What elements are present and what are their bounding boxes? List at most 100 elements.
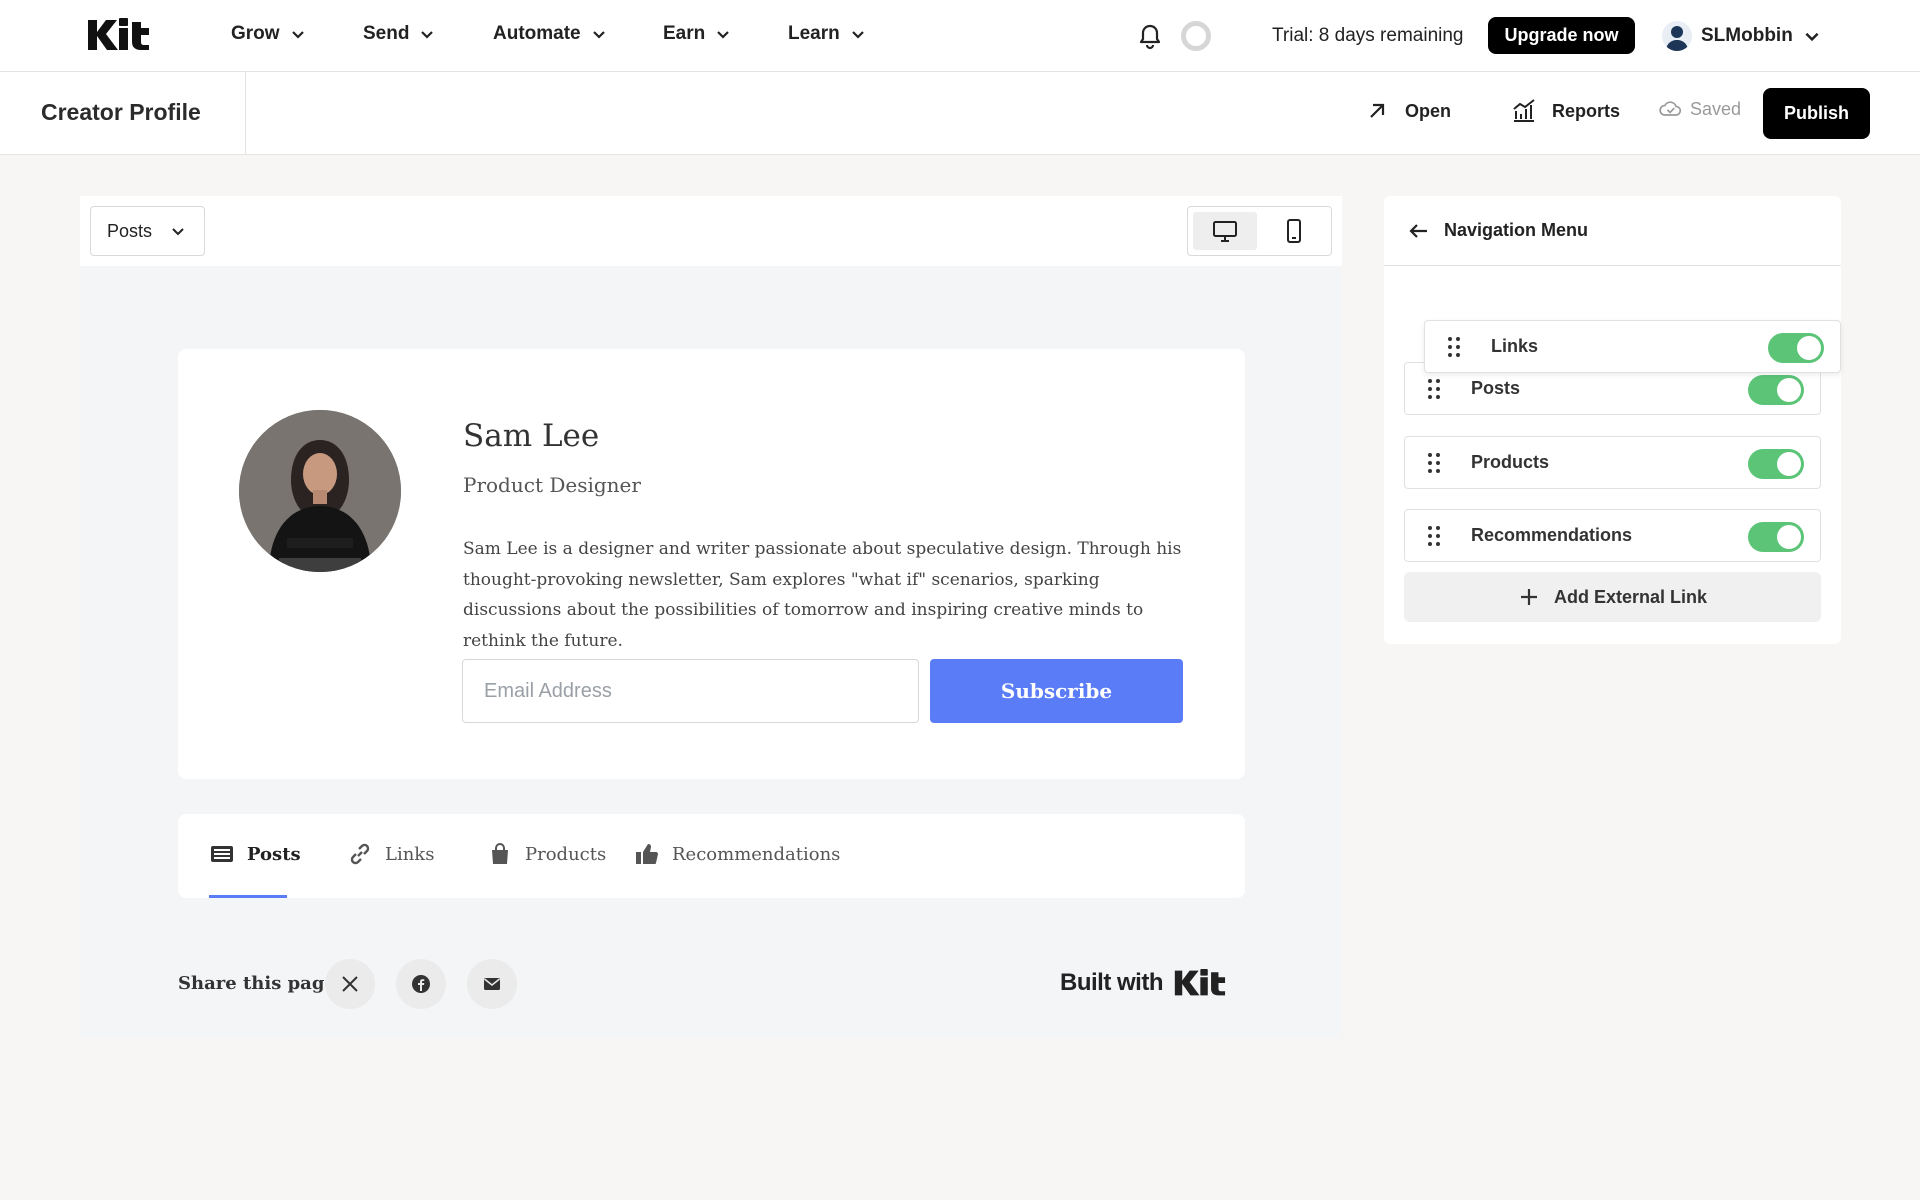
share-label: Share this page (178, 973, 336, 994)
page-select-dropdown[interactable]: Posts (90, 206, 205, 256)
nav-row-recommendations[interactable]: Recommendations (1404, 509, 1821, 562)
profile-name: Sam Lee (463, 418, 600, 454)
publish-button[interactable]: Publish (1763, 88, 1870, 139)
portrait-image (239, 410, 401, 572)
drag-handle-icon[interactable] (1427, 378, 1441, 400)
link-icon (350, 843, 370, 865)
tab-recommendations-label: Recommendations (672, 843, 841, 865)
cloud-check-icon (1659, 101, 1682, 116)
page-select-value: Posts (107, 220, 153, 241)
content-tabs: Posts Links Products Recommendations (178, 814, 1245, 898)
username[interactable]: SLMobbin (1701, 25, 1793, 47)
preview-toolbar: Posts (80, 196, 1342, 266)
mobile-icon (1287, 219, 1301, 243)
chevron-down-icon (592, 31, 605, 39)
mobile-view-button[interactable] (1262, 212, 1326, 250)
built-with-label: Built with (1060, 969, 1163, 996)
profile-card: Sam Lee Product Designer Sam Lee is a de… (178, 349, 1245, 779)
subscribe-button[interactable]: Subscribe (930, 659, 1183, 723)
share-email-button[interactable] (467, 959, 517, 1009)
upgrade-button[interactable]: Upgrade now (1488, 17, 1635, 54)
nav-send[interactable]: Send (363, 23, 435, 45)
nav-grow[interactable]: Grow (231, 23, 306, 45)
toggle-switch[interactable] (1748, 522, 1804, 552)
toggle-switch[interactable] (1768, 333, 1824, 363)
share-x-button[interactable] (325, 959, 375, 1009)
top-navigation-bar: Grow Send Automate Earn Learn Trial: 8 d… (0, 0, 1920, 72)
reports-button[interactable]: Reports (1510, 97, 1620, 125)
profile-role: Product Designer (463, 473, 641, 497)
nav-row-label: Recommendations (1471, 525, 1633, 545)
profile-preview: Sam Lee Product Designer Sam Lee is a de… (80, 266, 1342, 1038)
plus-icon (1520, 589, 1537, 605)
nav-send-label: Send (363, 23, 410, 44)
saved-status: Saved (1658, 97, 1741, 121)
nav-learn[interactable]: Learn (788, 23, 866, 45)
kit-logo (1174, 969, 1226, 996)
chevron-down-icon (291, 31, 304, 39)
bar-chart-icon (1513, 99, 1535, 122)
user-silhouette-icon (1666, 26, 1688, 51)
saved-label: Saved (1690, 98, 1742, 119)
tab-posts[interactable]: Posts (209, 841, 301, 867)
nav-row-label: Links (1491, 336, 1539, 356)
nav-row-label: Posts (1471, 378, 1521, 398)
nav-earn[interactable]: Earn (663, 23, 731, 45)
nav-earn-label: Earn (663, 23, 706, 44)
tab-posts-label: Posts (247, 843, 301, 865)
navigation-menu-panel: Navigation Menu Links Posts Products Rec… (1384, 196, 1841, 644)
chevron-down-icon[interactable] (1803, 27, 1821, 45)
share-facebook-button[interactable] (396, 959, 446, 1009)
nav-row-links[interactable]: Links (1424, 320, 1841, 373)
desktop-icon (1213, 221, 1237, 242)
arrow-left-icon[interactable] (1406, 218, 1432, 244)
bell-icon[interactable] (1136, 22, 1164, 50)
envelope-icon (484, 978, 500, 990)
tab-links[interactable]: Links (347, 841, 434, 867)
trial-status: Trial: 8 days remaining (1272, 25, 1464, 46)
divider (245, 72, 246, 155)
user-avatar[interactable] (1662, 21, 1692, 51)
panel-header: Navigation Menu (1384, 196, 1841, 266)
chevron-down-icon (421, 31, 434, 39)
desktop-view-button[interactable] (1193, 212, 1257, 250)
active-tab-indicator (209, 895, 287, 898)
panel-title: Navigation Menu (1444, 220, 1589, 240)
email-input[interactable] (462, 659, 919, 723)
editor-header: Creator Profile Open Reports Saved Publi… (0, 72, 1920, 155)
nav-grow-label: Grow (231, 23, 280, 44)
nav-automate-label: Automate (493, 23, 581, 44)
nav-automate[interactable]: Automate (493, 23, 607, 45)
tab-links-label: Links (385, 843, 435, 865)
thumbs-up-icon (636, 844, 658, 864)
nav-row-products[interactable]: Products (1404, 436, 1821, 489)
add-external-link-button[interactable]: Add External Link (1404, 572, 1821, 622)
kit-logo[interactable] (86, 18, 156, 52)
tab-products-label: Products (525, 843, 607, 865)
toggle-switch[interactable] (1748, 449, 1804, 479)
open-button[interactable]: Open (1363, 97, 1451, 125)
newspaper-icon (211, 846, 233, 862)
toggle-switch[interactable] (1748, 375, 1804, 405)
drag-handle-icon[interactable] (1427, 525, 1441, 547)
profile-bio: Sam Lee is a designer and writer passion… (463, 539, 1182, 651)
shopping-bag-icon (492, 843, 508, 864)
built-with-kit-badge[interactable]: Built with (1060, 969, 1231, 997)
drag-handle-icon[interactable] (1427, 452, 1441, 474)
chevron-down-icon (172, 228, 184, 236)
reports-label: Reports (1552, 100, 1621, 121)
nav-row-label: Products (1471, 452, 1550, 472)
external-arrow-icon (1370, 103, 1385, 118)
nav-learn-label: Learn (788, 23, 840, 44)
chevron-down-icon (851, 31, 864, 39)
add-external-link-label: Add External Link (1553, 586, 1708, 607)
loading-ring-icon (1181, 21, 1211, 51)
facebook-icon (412, 975, 430, 993)
drag-handle-icon[interactable] (1447, 336, 1461, 358)
tab-recommendations[interactable]: Recommendations (634, 841, 840, 867)
x-logo-icon (342, 976, 358, 992)
open-label: Open (1405, 100, 1452, 121)
chevron-down-icon (717, 31, 730, 39)
page-title: Creator Profile (41, 99, 201, 125)
tab-products[interactable]: Products (487, 841, 606, 867)
